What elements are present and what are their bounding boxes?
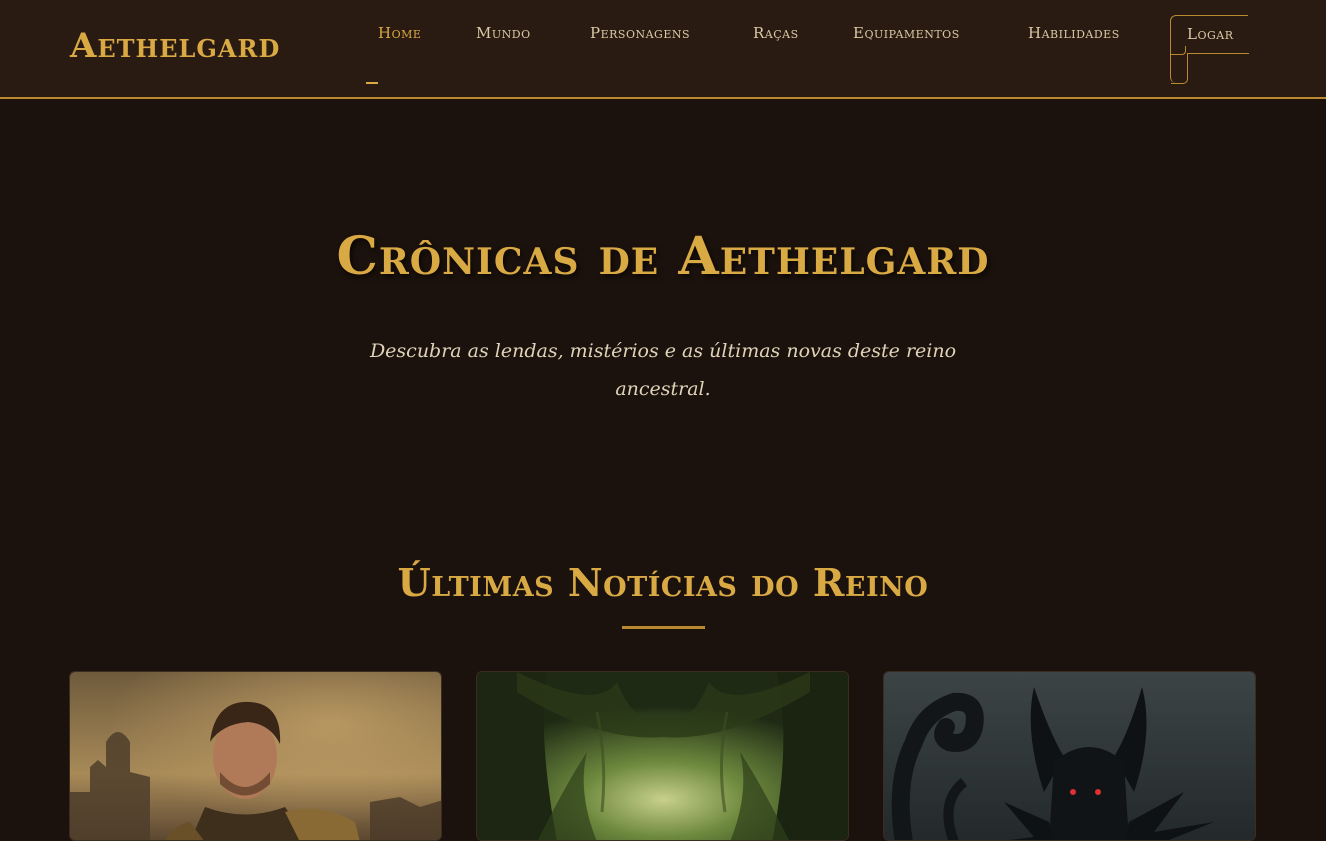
nav-item-mundo[interactable]: Mundo — [476, 24, 531, 42]
hero-title: Crônicas de Aethelgard — [336, 226, 990, 287]
active-nav-indicator — [366, 82, 378, 84]
nav-item-personagens[interactable]: Personagens — [590, 24, 690, 42]
login-button-label: Logar — [1187, 25, 1234, 43]
section-divider — [622, 626, 705, 629]
nav-item-home[interactable]: Home — [378, 24, 421, 42]
nav-item-habilidades[interactable]: Habilidades — [1028, 24, 1120, 42]
login-frame-ornament — [1187, 53, 1249, 54]
news-card-3[interactable] — [883, 671, 1256, 841]
armored-warrior-image — [70, 672, 441, 840]
hero-subtitle: Descubra as lendas, mistérios e as últim… — [369, 340, 957, 400]
news-card-2[interactable] — [476, 671, 849, 841]
news-card-1[interactable] — [69, 671, 442, 841]
nav-item-equipamentos[interactable]: Equipamentos — [853, 24, 960, 42]
site-logo[interactable]: Aethelgard — [70, 26, 280, 66]
nav-item-racas[interactable]: Raças — [753, 24, 799, 42]
news-section-title: Últimas Notícias do Reino — [397, 560, 929, 605]
enchanted-forest-image — [477, 672, 848, 840]
site-header: Aethelgard Home Mundo Personagens Raças … — [0, 0, 1326, 99]
shadow-demon-image — [884, 672, 1255, 840]
login-frame-ornament — [1171, 54, 1188, 84]
login-button[interactable]: Logar — [1170, 15, 1249, 84]
